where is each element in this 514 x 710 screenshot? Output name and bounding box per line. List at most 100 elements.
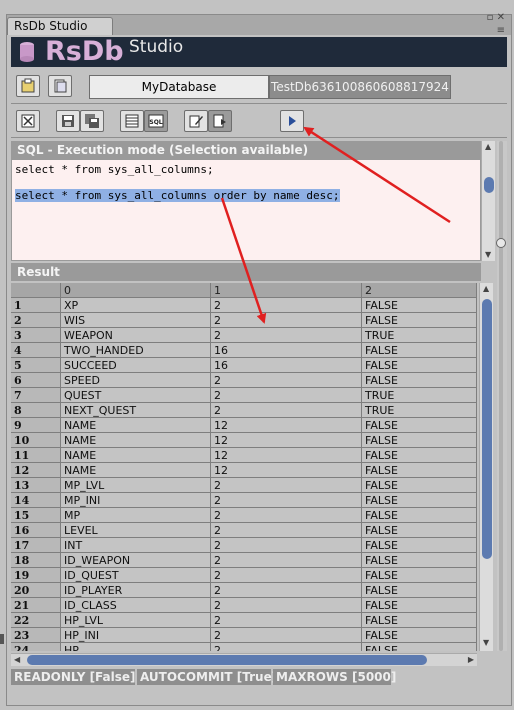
row-number[interactable]: 9 <box>11 418 61 433</box>
table-cell[interactable]: LEVEL <box>61 523 211 538</box>
table-cell[interactable]: FALSE <box>362 313 477 328</box>
row-number[interactable]: 12 <box>11 463 61 478</box>
table-cell[interactable]: 2 <box>211 373 362 388</box>
clear-button[interactable] <box>16 110 40 132</box>
row-number[interactable]: 5 <box>11 358 61 373</box>
table-row[interactable]: 7 QUEST 2 TRUE <box>11 388 477 403</box>
table-cell[interactable]: TWO_HANDED <box>61 343 211 358</box>
row-number[interactable]: 18 <box>11 553 61 568</box>
table-cell[interactable]: NAME <box>61 433 211 448</box>
table-cell[interactable]: WIS <box>61 313 211 328</box>
table-row[interactable]: 9 NAME 12 FALSE <box>11 418 477 433</box>
table-cell[interactable]: FALSE <box>362 373 477 388</box>
row-number[interactable]: 23 <box>11 628 61 643</box>
row-number[interactable]: 2 <box>11 313 61 328</box>
sql-line-1[interactable]: select * from sys_all_columns; <box>15 163 214 176</box>
sql-line-2-selected[interactable]: select * from sys_all_columns order by n… <box>15 189 340 202</box>
table-row[interactable]: 10 NAME 12 FALSE <box>11 433 477 448</box>
table-row[interactable]: 20 ID_PLAYER 2 FALSE <box>11 583 477 598</box>
table-cell[interactable]: 2 <box>211 553 362 568</box>
table-cell[interactable]: FALSE <box>362 463 477 478</box>
table-cell[interactable]: FALSE <box>362 358 477 373</box>
table-cell[interactable]: XP <box>61 298 211 313</box>
window-tab[interactable]: RsDb Studio <box>7 17 113 35</box>
row-number[interactable]: 21 <box>11 598 61 613</box>
table-row[interactable]: 19 ID_QUEST 2 FALSE <box>11 568 477 583</box>
table-cell[interactable]: FALSE <box>362 568 477 583</box>
table-cell[interactable]: 2 <box>211 568 362 583</box>
table-cell[interactable]: NAME <box>61 448 211 463</box>
table-cell[interactable]: 16 <box>211 343 362 358</box>
column-header[interactable]: 0 <box>61 283 211 298</box>
row-number[interactable]: 4 <box>11 343 61 358</box>
table-cell[interactable]: 2 <box>211 328 362 343</box>
table-row[interactable]: 17 INT 2 FALSE <box>11 538 477 553</box>
table-cell[interactable]: 2 <box>211 403 362 418</box>
table-cell[interactable]: 2 <box>211 298 362 313</box>
header-row[interactable]: 012 <box>11 283 477 298</box>
table-cell[interactable]: FALSE <box>362 508 477 523</box>
result-vscroll-thumb[interactable] <box>482 299 492 559</box>
table-cell[interactable]: 2 <box>211 583 362 598</box>
save-all-button[interactable] <box>80 110 104 132</box>
table-cell[interactable]: FALSE <box>362 298 477 313</box>
table-cell[interactable]: INT <box>61 538 211 553</box>
table-cell[interactable]: FALSE <box>362 343 477 358</box>
table-cell[interactable]: FALSE <box>362 628 477 643</box>
table-cell[interactable]: 2 <box>211 598 362 613</box>
table-cell[interactable]: QUEST <box>61 388 211 403</box>
table-cell[interactable]: FALSE <box>362 523 477 538</box>
table-cell[interactable]: SUCCEED <box>61 358 211 373</box>
row-number[interactable]: 15 <box>11 508 61 523</box>
export-button[interactable] <box>48 75 72 97</box>
table-cell[interactable]: ID_QUEST <box>61 568 211 583</box>
table-row[interactable]: 12 NAME 12 FALSE <box>11 463 477 478</box>
db-tab-inactive[interactable]: TestDb636100860608817924 <box>269 75 451 99</box>
table-cell[interactable]: TRUE <box>362 328 477 343</box>
table-row[interactable]: 13 MP_LVL 2 FALSE <box>11 478 477 493</box>
table-cell[interactable]: 2 <box>211 478 362 493</box>
row-number[interactable]: 17 <box>11 538 61 553</box>
row-number[interactable]: 11 <box>11 448 61 463</box>
table-row[interactable]: 23 HP_INI 2 FALSE <box>11 628 477 643</box>
sql-scrollbar[interactable]: ▲ ▼ <box>481 141 495 261</box>
splitter-track[interactable] <box>496 141 507 651</box>
table-row[interactable]: 24 HP 2 FALSE <box>11 643 477 651</box>
table-cell[interactable]: MP_LVL <box>61 478 211 493</box>
table-row[interactable]: 2 WIS 2 FALSE <box>11 313 477 328</box>
table-cell[interactable]: 2 <box>211 523 362 538</box>
table-cell[interactable]: ID_PLAYER <box>61 583 211 598</box>
scroll-down-icon[interactable]: ▼ <box>485 251 491 259</box>
run-script-button[interactable] <box>208 110 232 132</box>
table-cell[interactable]: NEXT_QUEST <box>61 403 211 418</box>
sql-editor[interactable]: select * from sys_all_columns; select * … <box>11 159 481 261</box>
table-cell[interactable]: HP_LVL <box>61 613 211 628</box>
result-hscroll-thumb[interactable] <box>27 655 427 665</box>
table-row[interactable]: 1 XP 2 FALSE <box>11 298 477 313</box>
row-number[interactable]: 3 <box>11 328 61 343</box>
table-cell[interactable]: FALSE <box>362 418 477 433</box>
table-row[interactable]: 5 SUCCEED 16 FALSE <box>11 358 477 373</box>
table-cell[interactable]: 2 <box>211 388 362 403</box>
table-cell[interactable]: WEAPON <box>61 328 211 343</box>
result-hscroll[interactable]: ◀ ▶ <box>11 653 477 666</box>
table-cell[interactable]: FALSE <box>362 538 477 553</box>
table-cell[interactable]: NAME <box>61 463 211 478</box>
table-cell[interactable]: FALSE <box>362 493 477 508</box>
table-cell[interactable]: 2 <box>211 493 362 508</box>
edit-button[interactable] <box>184 110 208 132</box>
row-number[interactable]: 7 <box>11 388 61 403</box>
table-cell[interactable]: ID_CLASS <box>61 598 211 613</box>
result-vscroll[interactable]: ▲ ▼ <box>479 283 493 651</box>
table-row[interactable]: 21 ID_CLASS 2 FALSE <box>11 598 477 613</box>
table-row[interactable]: 22 HP_LVL 2 FALSE <box>11 613 477 628</box>
sql-scroll-thumb[interactable] <box>484 177 494 193</box>
row-number[interactable]: 6 <box>11 373 61 388</box>
table-cell[interactable]: HP_INI <box>61 628 211 643</box>
row-number[interactable]: 13 <box>11 478 61 493</box>
table-cell[interactable]: NAME <box>61 418 211 433</box>
table-cell[interactable]: 2 <box>211 628 362 643</box>
table-cell[interactable]: 12 <box>211 463 362 478</box>
table-view-button[interactable] <box>120 110 144 132</box>
row-number[interactable]: 20 <box>11 583 61 598</box>
